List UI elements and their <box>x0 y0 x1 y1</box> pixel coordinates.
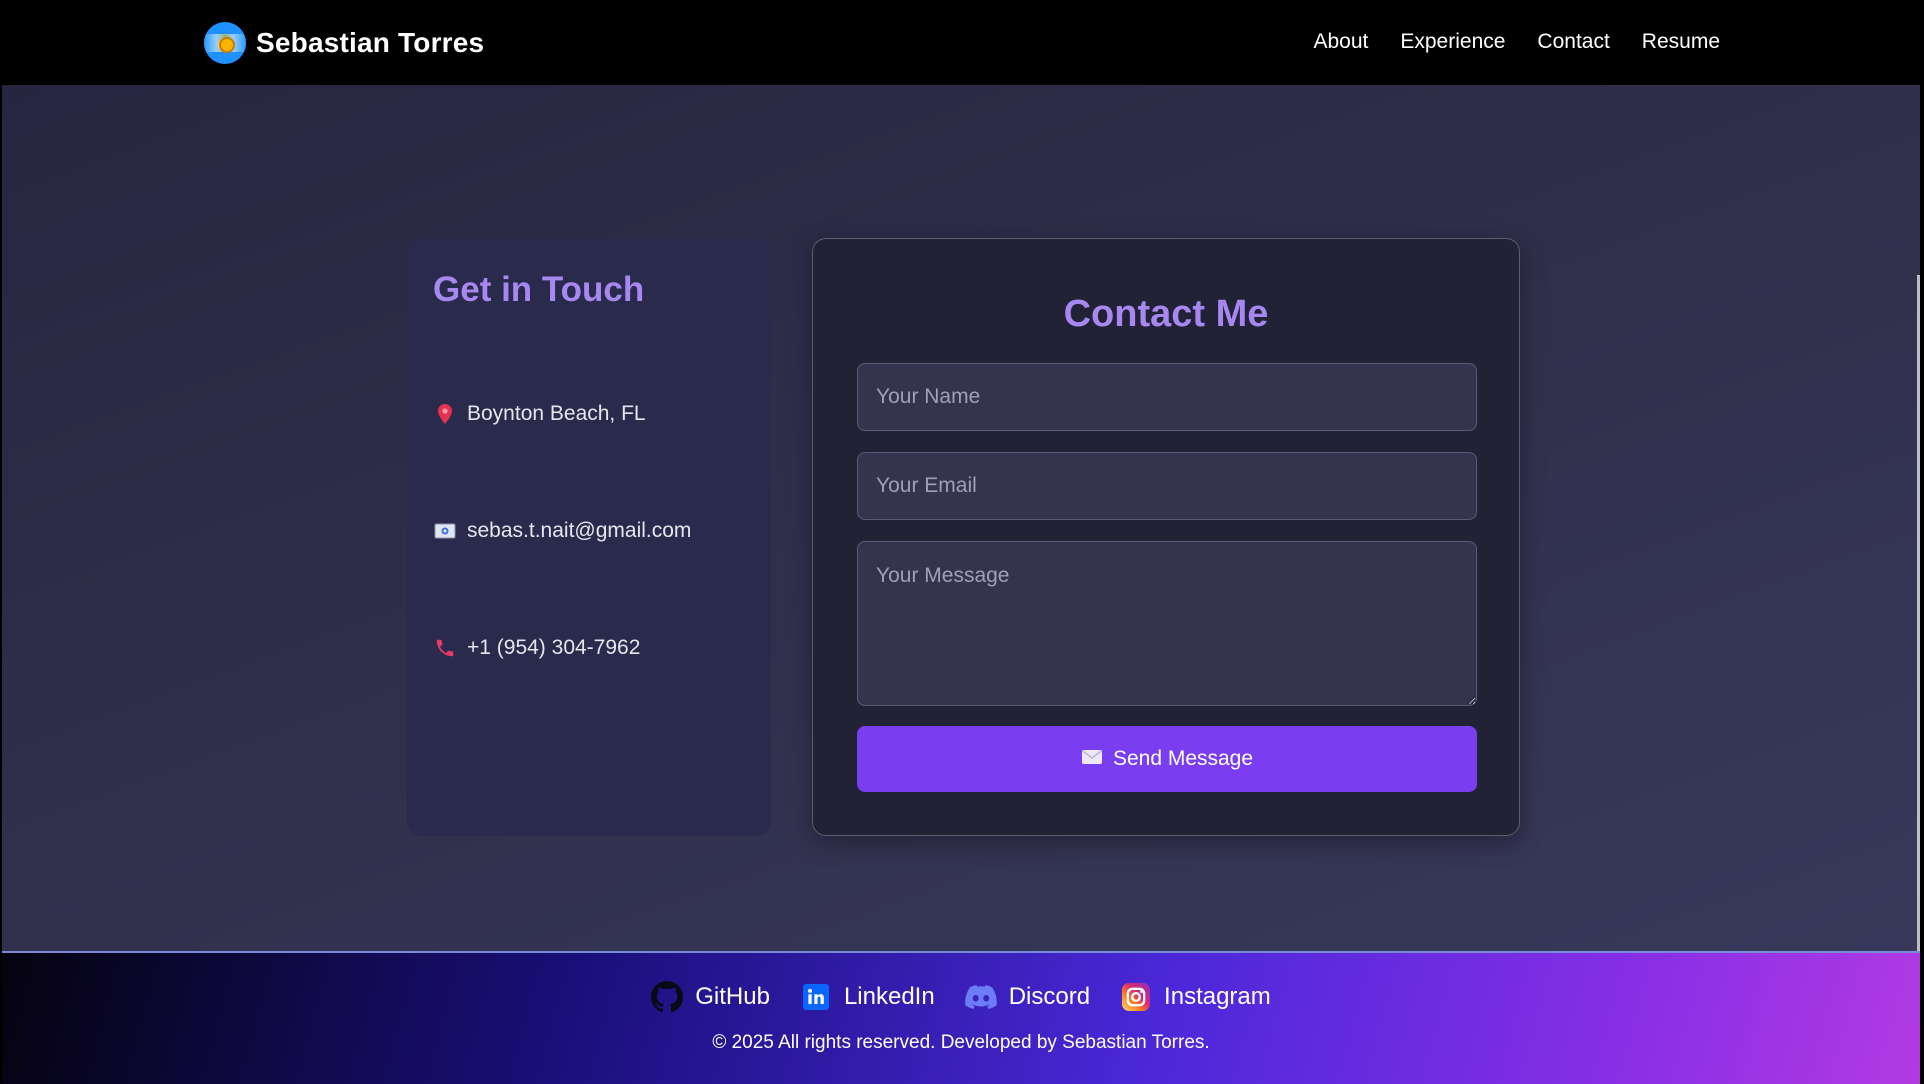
discord-icon <box>964 981 997 1013</box>
name-input[interactable] <box>857 363 1477 431</box>
nav-contact[interactable]: Contact <box>1537 30 1609 54</box>
brand[interactable]: Sebastian Torres <box>204 22 484 64</box>
nav-experience[interactable]: Experience <box>1400 30 1505 54</box>
copyright-text: © 2025 All rights reserved. Developed by… <box>712 1032 1210 1053</box>
email-icon <box>433 519 457 543</box>
email-input[interactable] <box>857 452 1477 520</box>
nav-links: About Experience Contact Resume <box>1313 30 1720 54</box>
send-message-button[interactable]: Send Message <box>857 726 1477 792</box>
top-navbar: Sebastian Torres About Experience Contac… <box>0 0 1924 85</box>
discord-link[interactable]: Discord <box>964 981 1091 1013</box>
get-in-touch-card: Get in Touch Boynton Beach, FL sebas.t.n… <box>407 238 771 836</box>
discord-label: Discord <box>1008 983 1091 1010</box>
location-text: Boynton Beach, FL <box>467 402 646 425</box>
send-message-label: Send Message <box>1112 747 1254 770</box>
footer: GitHub LinkedIn Discord Instagram © 2025… <box>2 951 1920 1084</box>
linkedin-label: LinkedIn <box>843 983 935 1010</box>
github-link[interactable]: GitHub <box>651 981 770 1013</box>
map-pin-icon <box>433 402 457 426</box>
instagram-icon <box>1120 981 1152 1013</box>
location-item: Boynton Beach, FL <box>433 402 646 426</box>
contact-form-title: Contact Me <box>1063 293 1269 335</box>
linkedin-icon <box>800 981 832 1013</box>
contact-form-card: Contact Me Send Message <box>812 238 1520 836</box>
main-content: Get in Touch Boynton Beach, FL sebas.t.n… <box>2 85 1920 1035</box>
message-textarea[interactable] <box>857 541 1477 706</box>
phone-text: +1 (954) 304-7962 <box>467 636 641 659</box>
nav-about[interactable]: About <box>1313 30 1368 54</box>
email-item: sebas.t.nait@gmail.com <box>433 519 691 543</box>
instagram-link[interactable]: Instagram <box>1120 981 1271 1013</box>
page-scrollbar[interactable] <box>1917 275 1920 1035</box>
github-icon <box>651 981 684 1013</box>
get-in-touch-title: Get in Touch <box>433 270 645 309</box>
brand-logo-icon <box>204 22 246 64</box>
instagram-label: Instagram <box>1164 983 1271 1010</box>
linkedin-link[interactable]: LinkedIn <box>800 981 935 1013</box>
phone-item: +1 (954) 304-7962 <box>433 636 640 660</box>
envelope-icon <box>1081 747 1103 771</box>
brand-name: Sebastian Torres <box>256 27 485 58</box>
nav-resume[interactable]: Resume <box>1642 30 1720 54</box>
email-text[interactable]: sebas.t.nait@gmail.com <box>467 519 691 543</box>
social-links: GitHub LinkedIn Discord Instagram <box>2 981 1920 1013</box>
phone-icon <box>433 636 457 660</box>
github-label: GitHub <box>695 983 770 1010</box>
